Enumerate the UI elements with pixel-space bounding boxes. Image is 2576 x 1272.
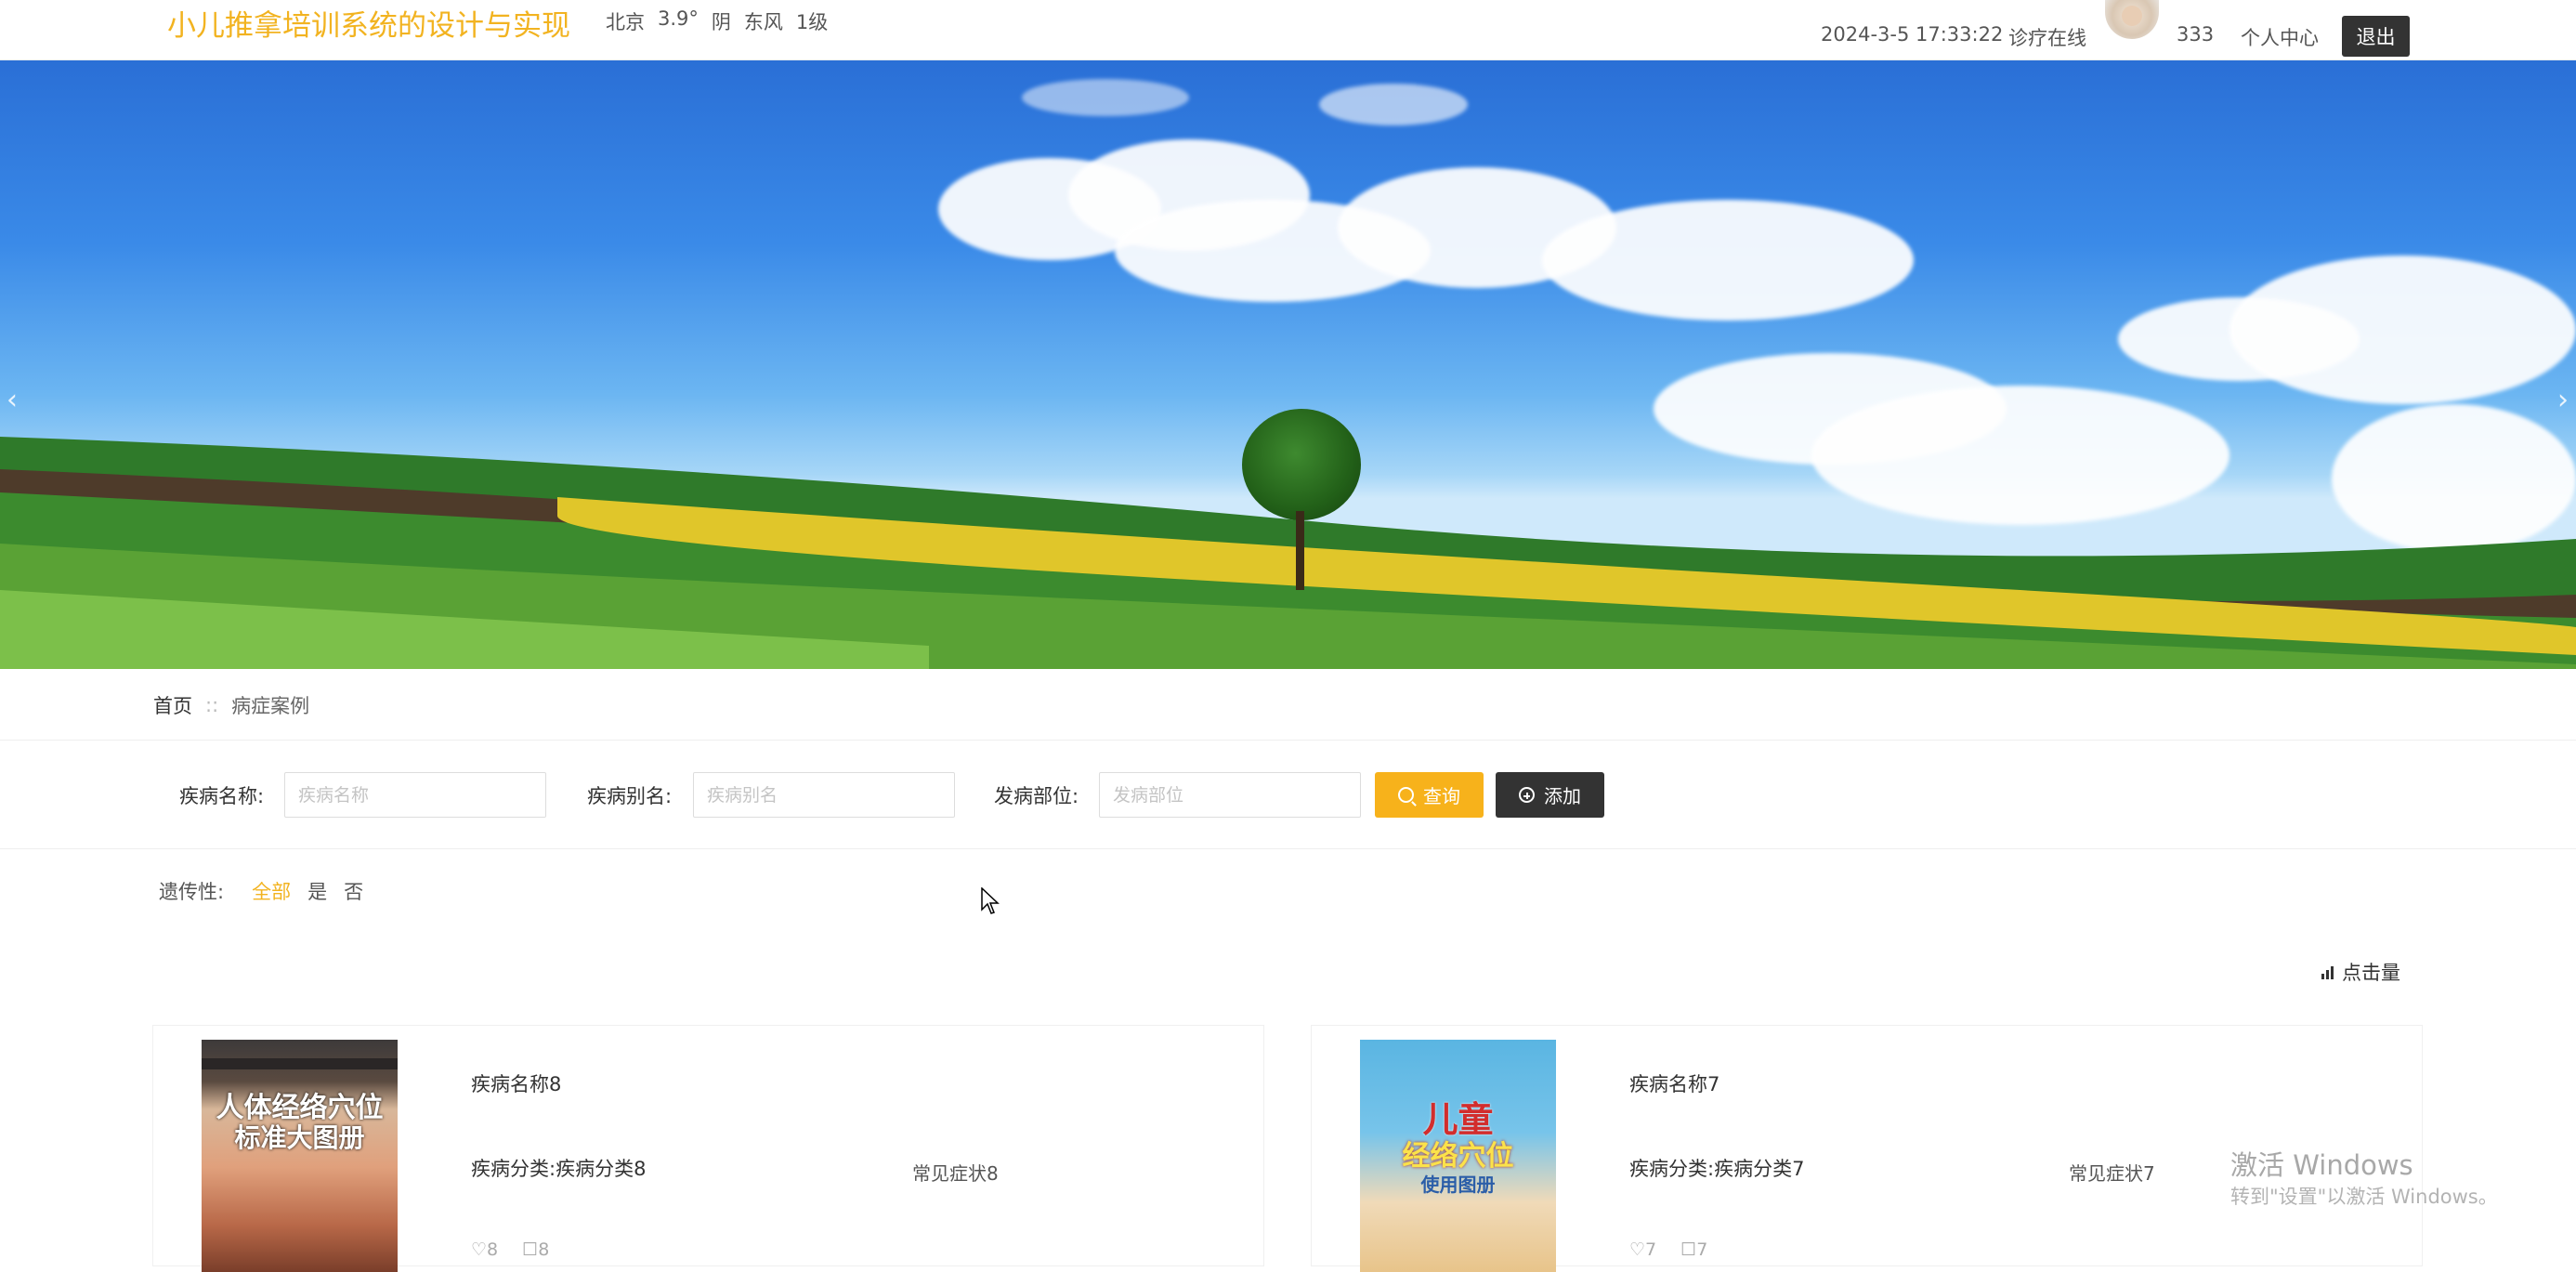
- windows-activation-watermark-subtitle: 转到"设置"以激活 Windows。: [2230, 1186, 2498, 1208]
- weather-wind-level: 1级: [795, 11, 829, 33]
- sort-by-clicks[interactable]: 点击量: [2321, 958, 2400, 986]
- case-card-stats: ♡8 ☐8: [471, 1239, 549, 1260]
- weather-temperature: 3.9°: [658, 7, 699, 30]
- username: 333: [2177, 23, 2215, 46]
- plus-circle-icon: [1519, 787, 1535, 803]
- weather-info: 北京 3.9° 阴 东风 1级: [606, 7, 828, 35]
- like-count: ♡7: [1629, 1239, 1657, 1260]
- breadcrumb-current: 病症案例: [231, 695, 310, 717]
- sort-label: 点击量: [2342, 962, 2400, 984]
- breadcrumb-home[interactable]: 首页: [153, 691, 192, 719]
- banner-tree: [1242, 409, 1361, 520]
- like-count: ♡8: [471, 1239, 499, 1260]
- add-button[interactable]: 添加: [1496, 772, 1604, 818]
- case-card-category: 疾病分类:疾病分类8: [471, 1158, 647, 1180]
- carousel-prev-arrow[interactable]: ‹: [2, 381, 22, 418]
- case-card[interactable]: 人体经络穴位 标准大图册 疾病名称8 疾病分类:疾病分类8 常见症状8 ♡8 ☐…: [152, 1025, 1264, 1272]
- query-button[interactable]: 查询: [1375, 772, 1484, 818]
- favorite-count: ☐8: [522, 1239, 550, 1260]
- filter-option-no[interactable]: 否: [344, 877, 363, 905]
- breadcrumb: 首页 :: 病症案例: [153, 691, 309, 719]
- banner-tree-trunk: [1296, 511, 1304, 590]
- banner-landscape: [0, 437, 2576, 669]
- case-card-symptom: 常见症状7: [2069, 1162, 2155, 1185]
- banner-carousel: ‹ ›: [0, 60, 2576, 669]
- windows-activation-watermark-title: 激活 Windows: [2230, 1149, 2413, 1181]
- case-card-symptom: 常见症状8: [912, 1162, 999, 1185]
- case-card-category: 疾病分类:疾病分类7: [1629, 1158, 1805, 1180]
- onset-site-input[interactable]: [1099, 772, 1361, 818]
- current-datetime: 2024-3-5 17:33:22: [1821, 23, 2004, 46]
- query-button-label: 查询: [1423, 785, 1460, 807]
- cover-title-line2: 标准大图册: [234, 1122, 365, 1153]
- case-card-stats: ♡7 ☐7: [1629, 1239, 1707, 1260]
- hereditary-filter-label: 遗传性:: [159, 881, 225, 903]
- divider: [0, 740, 2576, 741]
- weather-city: 北京: [606, 11, 645, 33]
- mouse-cursor-icon: [981, 887, 1000, 914]
- disease-alias-label: 疾病别名:: [587, 785, 673, 807]
- cover-title-line2: 经络穴位: [1402, 1140, 1514, 1173]
- logout-button[interactable]: 退出: [2342, 16, 2410, 57]
- cover-title-line3: 使用图册: [1420, 1174, 1496, 1196]
- filter-option-yes[interactable]: 是: [307, 877, 327, 905]
- favorite-count: ☐7: [1680, 1239, 1708, 1260]
- case-card-cover[interactable]: 儿童 经络穴位 使用图册: [1360, 1040, 1556, 1272]
- carousel-next-arrow[interactable]: ›: [2553, 381, 2573, 418]
- add-button-label: 添加: [1544, 785, 1581, 807]
- site-title[interactable]: 小儿推拿培训系统的设计与实现: [167, 2, 570, 44]
- disease-name-input[interactable]: [284, 772, 546, 818]
- disease-alias-input[interactable]: [693, 772, 955, 818]
- case-card-title[interactable]: 疾病名称8: [471, 1069, 561, 1097]
- filter-option-all[interactable]: 全部: [252, 877, 291, 905]
- case-card-cover[interactable]: 人体经络穴位 标准大图册: [202, 1040, 398, 1272]
- onset-site-label: 发病部位:: [994, 785, 1079, 807]
- case-card-title[interactable]: 疾病名称7: [1629, 1069, 1720, 1097]
- bar-chart-icon: [2321, 964, 2338, 979]
- search-icon: [1398, 787, 1414, 803]
- breadcrumb-separator: ::: [205, 694, 219, 716]
- divider: [0, 848, 2576, 849]
- consult-online-link[interactable]: 诊疗在线: [2008, 23, 2086, 51]
- hereditary-filter: 遗传性: 全部 是 否: [159, 877, 363, 905]
- user-center-link[interactable]: 个人中心: [2241, 23, 2319, 51]
- top-header: 小儿推拿培训系统的设计与实现 北京 3.9° 阴 东风 1级 2024-3-5 …: [0, 0, 2576, 60]
- disease-name-label: 疾病名称:: [179, 785, 265, 807]
- user-avatar[interactable]: [2105, 0, 2159, 39]
- cover-band: [202, 1058, 398, 1069]
- weather-condition: 阴: [711, 11, 731, 33]
- weather-wind: 东风: [743, 11, 783, 33]
